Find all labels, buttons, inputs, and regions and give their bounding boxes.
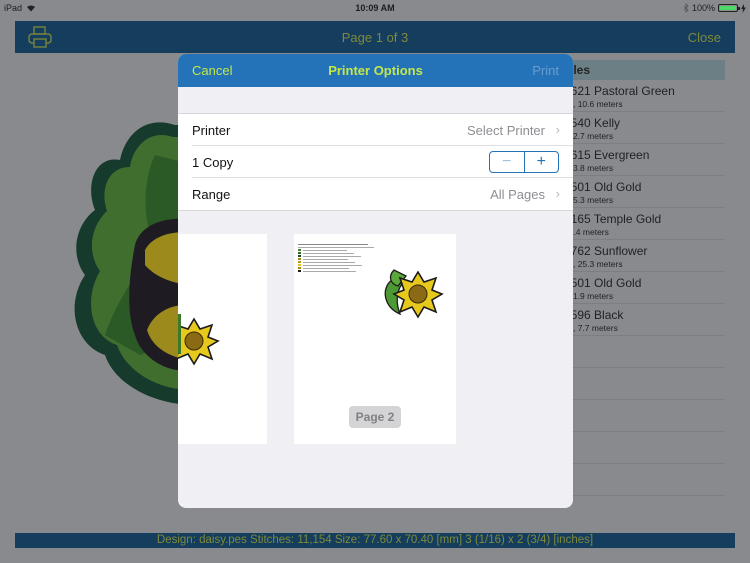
battery-icon <box>718 4 740 12</box>
thread-item: 5540 Kelly s, 2.7 meters <box>560 112 725 144</box>
thread-list-header: dles <box>560 60 725 80</box>
range-value: All Pages <box>490 187 545 202</box>
embroidery-design-preview <box>74 122 195 406</box>
increment-button[interactable]: + <box>525 152 559 172</box>
empty-row <box>560 400 725 432</box>
thread-legend-thumbnail <box>298 243 378 273</box>
thread-item: 5596 Black es, 7.7 meters <box>560 304 725 336</box>
copies-label: 1 Copy <box>192 155 234 170</box>
decrement-button[interactable]: − <box>490 152 525 172</box>
empty-row <box>560 464 725 496</box>
copies-row: 1 Copy − + <box>192 146 573 178</box>
thread-item: 5615 Evergreen s, 3.8 meters <box>560 144 725 176</box>
options-table: Printer Select Printer › 1 Copy − + Rang… <box>178 113 573 211</box>
sunflower-thumbnail <box>384 269 444 319</box>
thread-item: 5621 Pastoral Green es, 10.6 meters <box>560 80 725 112</box>
chevron-right-icon: › <box>555 186 560 201</box>
page-previews[interactable]: Page 2 <box>178 234 573 444</box>
close-button[interactable]: Close <box>688 30 721 45</box>
legend-thread-line <box>298 269 378 273</box>
design-info-bar: Design: daisy.pes Stitches: 11,154 Size:… <box>15 533 735 548</box>
sunflower-thumbnail <box>178 314 220 366</box>
clock: 10:09 AM <box>355 3 395 13</box>
thread-item: 5501 Old Gold s, 1.9 meters <box>560 272 725 304</box>
print-button[interactable]: Print <box>532 63 559 78</box>
app-toolbar: Page 1 of 3 Close <box>15 21 735 53</box>
thread-item: 9165 Temple Gold, 1.4 meters <box>560 208 725 240</box>
range-row[interactable]: Range All Pages › <box>192 178 573 210</box>
thread-list: dles 5621 Pastoral Green es, 10.6 meters … <box>560 60 725 496</box>
charging-icon <box>741 3 746 13</box>
page-preview-1[interactable] <box>178 234 267 444</box>
page-indicator: Page 1 of 3 <box>341 30 409 45</box>
printer-row[interactable]: Printer Select Printer › <box>192 114 573 146</box>
dialog-title: Printer Options <box>328 63 423 78</box>
page-number-badge: Page 2 <box>349 406 401 428</box>
chevron-right-icon: › <box>555 122 560 137</box>
empty-row <box>560 368 725 400</box>
status-bar: iPad 10:09 AM 100% <box>0 0 750 16</box>
range-label: Range <box>192 187 231 202</box>
empty-row <box>560 336 725 368</box>
dialog-nav-bar: Cancel Printer Options Print <box>178 54 573 87</box>
thread-item: 5501 Old Gold s, 5.3 meters <box>560 176 725 208</box>
printer-label: Printer <box>192 123 231 138</box>
printer-value: Select Printer <box>466 123 545 138</box>
page-preview-2[interactable]: Page 2 <box>294 234 456 444</box>
battery-percent: 100% <box>691 3 715 13</box>
printer-options-dialog: Cancel Printer Options Print Printer Sel… <box>178 54 573 508</box>
copies-stepper[interactable]: − + <box>489 151 559 173</box>
bluetooth-icon <box>683 3 689 13</box>
empty-row <box>560 432 725 464</box>
thread-item: 5762 Sunflower es, 25.3 meters <box>560 240 725 272</box>
